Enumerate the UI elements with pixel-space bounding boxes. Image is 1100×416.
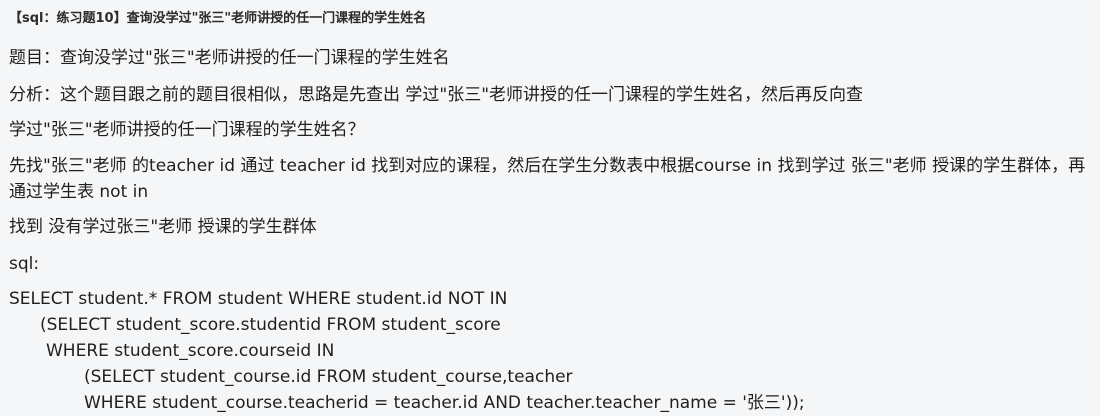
code-line: SELECT student.* FROM student WHERE stud… bbox=[9, 289, 508, 309]
approach-paragraph: 先找"张三"老师 的teacher id 通过 teacher id 找到对应的… bbox=[9, 156, 1086, 202]
analysis-paragraph: 分析：这个题目跟之前的题目很相似，思路是先查出 学过"张三"老师讲授的任一门课程… bbox=[9, 85, 864, 105]
code-line: (SELECT student_course.id FROM student_c… bbox=[84, 367, 573, 387]
restated-question-paragraph: 学过"张三"老师讲授的任一门课程的学生姓名？ bbox=[9, 120, 365, 140]
sql-label: sql: bbox=[9, 254, 40, 274]
question-paragraph: 题目：查询没学过"张三"老师讲授的任一门课程的学生姓名 bbox=[9, 48, 450, 68]
article: 【sql：练习题10】查询没学过"张三"老师讲授的任一门课程的学生姓名 题目：查… bbox=[0, 0, 1100, 415]
code-line: WHERE student_score.courseid IN bbox=[46, 341, 335, 361]
code-line: (SELECT student_score.studentid FROM stu… bbox=[40, 315, 501, 335]
result-paragraph: 找到 没有学过张三"老师 授课的学生群体 bbox=[9, 217, 317, 237]
article-title: 【sql：练习题10】查询没学过"张三"老师讲授的任一门课程的学生姓名 bbox=[9, 11, 427, 26]
code-line: WHERE student_course.teacherid = teacher… bbox=[84, 393, 805, 413]
